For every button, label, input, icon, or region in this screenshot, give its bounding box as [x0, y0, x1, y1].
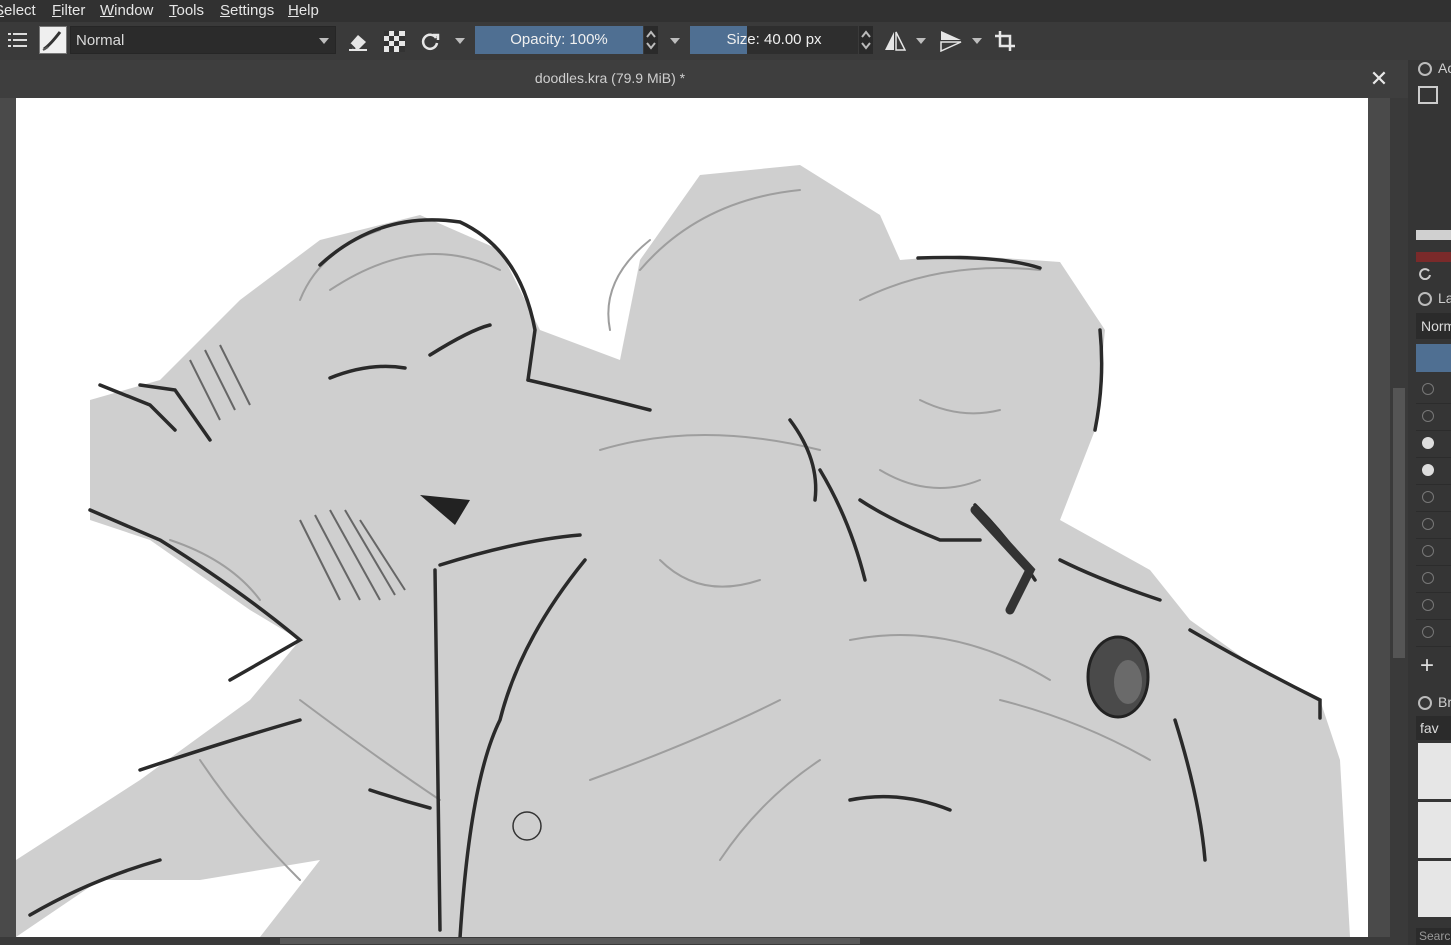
- menu-settings-label: ettings: [230, 2, 275, 19]
- wrap-around-icon[interactable]: [994, 30, 1016, 57]
- brush-preset-tile[interactable]: [1418, 861, 1451, 917]
- list-view-icon[interactable]: [1418, 86, 1438, 104]
- layer-row[interactable]: [1416, 566, 1451, 593]
- drawing-canvas[interactable]: [16, 98, 1368, 938]
- menu-window[interactable]: Window: [100, 2, 153, 19]
- layer-row[interactable]: [1416, 485, 1451, 512]
- brush-preview-icon[interactable]: [39, 26, 67, 54]
- visibility-toggle[interactable]: [1422, 572, 1434, 584]
- eye-icon[interactable]: [1422, 464, 1434, 476]
- mirror-vertical-icon[interactable]: [939, 30, 963, 57]
- sketch-artwork: [16, 165, 1350, 938]
- menu-bar: Select Filter Window Tools Settings Help: [0, 0, 1451, 22]
- close-icon: ✕: [1369, 66, 1389, 91]
- vertical-scrollbar-thumb[interactable]: [1393, 388, 1405, 658]
- layer-row[interactable]: [1416, 620, 1451, 647]
- horizontal-scrollbar-thumb[interactable]: [280, 938, 860, 944]
- menu-tools[interactable]: Tools: [169, 2, 204, 19]
- menu-filter[interactable]: Filter: [52, 2, 85, 19]
- canvas-viewport[interactable]: [0, 98, 1390, 938]
- opacity-slider[interactable]: Opacity: 100%: [475, 26, 643, 54]
- menu-settings-accelerator: S: [220, 2, 231, 19]
- menu-tools-accelerator: T: [169, 2, 177, 19]
- document-title: doodles.kra (79.9 MiB) *: [534, 70, 686, 86]
- color-gradient-strip[interactable]: [1416, 230, 1451, 240]
- color-history-strip[interactable]: [1416, 252, 1451, 262]
- layer-row[interactable]: [1416, 404, 1451, 431]
- layer-row[interactable]: [1416, 512, 1451, 539]
- brush-presets-icon[interactable]: [8, 31, 28, 56]
- opacity-spinbox[interactable]: [644, 26, 658, 54]
- lock-icon[interactable]: [1418, 62, 1432, 76]
- size-spinbox[interactable]: [859, 26, 873, 54]
- horizontal-scrollbar[interactable]: [0, 937, 1408, 945]
- layer-row-selected[interactable]: [1416, 344, 1451, 372]
- document-tab-bar: doodles.kra (79.9 MiB) * ✕: [0, 60, 1408, 98]
- brush-tag-value: fav: [1420, 720, 1439, 736]
- blend-mode-select[interactable]: Normal: [70, 26, 336, 54]
- visibility-toggle[interactable]: [1422, 518, 1434, 530]
- visibility-toggle[interactable]: [1422, 491, 1434, 503]
- chevron-down-icon[interactable]: [972, 38, 982, 44]
- brush-tag-select[interactable]: fav: [1416, 716, 1451, 740]
- chevron-down-icon: [319, 38, 329, 44]
- right-docker-panel: Ac La Norm + Br fav Searc: [1408, 60, 1451, 945]
- menu-select[interactable]: Select: [0, 2, 36, 19]
- advanced-color-docker-title: Ac: [1438, 60, 1451, 76]
- brush-presets-docker-title: Br: [1438, 694, 1451, 710]
- layers-docker-title: La: [1438, 290, 1451, 306]
- layer-blend-select[interactable]: Norm: [1416, 313, 1451, 339]
- layer-row[interactable]: [1416, 539, 1451, 566]
- chevron-down-icon[interactable]: [455, 38, 465, 44]
- mirror-horizontal-icon[interactable]: [884, 30, 907, 57]
- vertical-scrollbar[interactable]: [1390, 98, 1408, 938]
- brush-size-slider[interactable]: Size: 40.00 px: [690, 26, 858, 54]
- add-layer-button[interactable]: +: [1420, 654, 1434, 678]
- menu-tools-label: ools: [176, 2, 205, 19]
- visibility-toggle[interactable]: [1422, 383, 1434, 395]
- menu-help-label: elp: [298, 2, 319, 19]
- reload-preset-icon[interactable]: [419, 30, 441, 57]
- menu-help[interactable]: Help: [288, 2, 319, 19]
- size-label: Size: 40.00 px: [726, 31, 822, 48]
- brush-search-input[interactable]: Searc: [1416, 928, 1451, 945]
- layer-row[interactable]: [1416, 593, 1451, 620]
- lock-icon[interactable]: [1418, 696, 1432, 710]
- menu-window-label: indow: [114, 2, 154, 19]
- visibility-toggle[interactable]: [1422, 599, 1434, 611]
- brush-preset-tile[interactable]: [1418, 743, 1451, 799]
- visibility-toggle[interactable]: [1422, 545, 1434, 557]
- menu-filter-label: ilter: [61, 2, 86, 19]
- menu-help-accelerator: H: [288, 2, 299, 19]
- layer-row[interactable]: [1416, 458, 1451, 485]
- alpha-lock-icon[interactable]: [384, 31, 405, 57]
- tool-options-bar: Normal Opacity: 100% Size: 40.00 px: [0, 22, 1451, 60]
- chevron-down-icon[interactable]: [670, 38, 680, 44]
- layer-blend-value: Norm: [1421, 318, 1451, 334]
- menu-filter-accelerator: F: [52, 2, 62, 19]
- layer-row[interactable]: [1416, 431, 1451, 458]
- eraser-icon[interactable]: [347, 31, 369, 56]
- chevron-down-icon[interactable]: [916, 38, 926, 44]
- lock-icon[interactable]: [1418, 292, 1432, 306]
- eye-icon[interactable]: [1422, 437, 1434, 449]
- visibility-toggle[interactable]: [1422, 410, 1434, 422]
- opacity-label: Opacity: 100%: [510, 31, 608, 48]
- menu-select-label: elect: [4, 2, 36, 19]
- menu-settings[interactable]: Settings: [220, 2, 274, 19]
- brush-preset-tile[interactable]: [1418, 802, 1451, 858]
- blend-mode-value: Normal: [76, 32, 125, 49]
- layer-row[interactable]: [1416, 377, 1451, 404]
- menu-window-accelerator: W: [100, 2, 115, 19]
- refresh-icon[interactable]: [1418, 266, 1432, 281]
- brush-search-placeholder: Searc: [1419, 929, 1451, 943]
- close-document-button[interactable]: ✕: [1368, 68, 1390, 90]
- visibility-toggle[interactable]: [1422, 626, 1434, 638]
